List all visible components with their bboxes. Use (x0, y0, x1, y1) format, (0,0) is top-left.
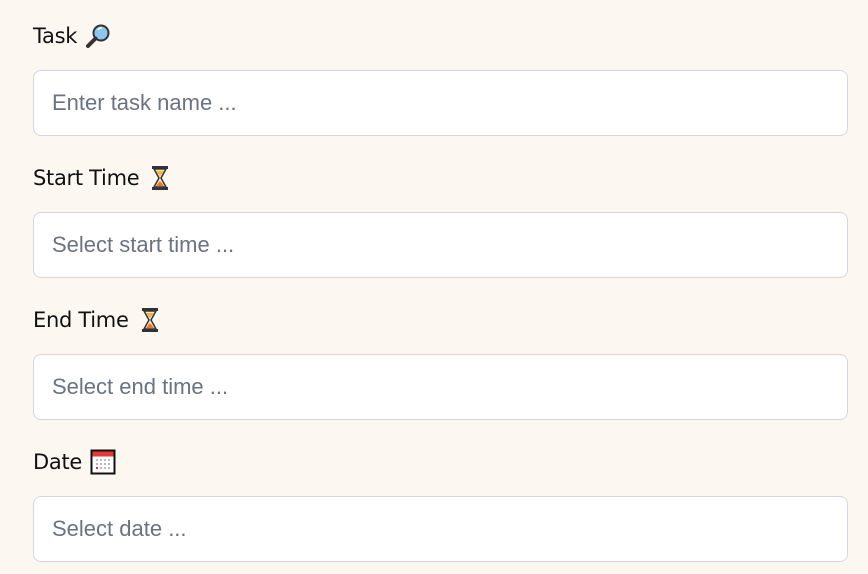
task-label: Task (33, 21, 848, 51)
task-label-text: Task (33, 24, 78, 48)
magnifying-glass-icon (85, 23, 111, 49)
date-label-text: Date (33, 450, 82, 474)
hourglass-icon (147, 165, 173, 191)
end-time-input[interactable] (33, 354, 848, 420)
task-field-group: Task (33, 21, 848, 136)
calendar-icon (90, 449, 116, 475)
start-time-label-text: Start Time (33, 166, 140, 190)
date-label: Date (33, 447, 848, 477)
hourglass-icon (137, 307, 163, 333)
start-time-label: Start Time (33, 163, 848, 193)
end-time-field-group: End Time (33, 305, 848, 420)
date-field-group: Date (33, 447, 848, 562)
task-input[interactable] (33, 70, 848, 136)
start-time-input[interactable] (33, 212, 848, 278)
date-input[interactable] (33, 496, 848, 562)
start-time-field-group: Start Time (33, 163, 848, 278)
end-time-label: End Time (33, 305, 848, 335)
end-time-label-text: End Time (33, 308, 129, 332)
